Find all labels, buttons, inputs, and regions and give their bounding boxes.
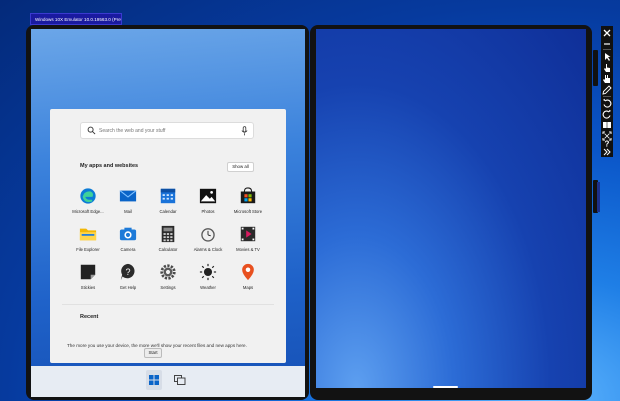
app-movies-tv[interactable]: Movies & TV [228,225,268,252]
movies-icon [240,226,256,242]
sticky-note-icon [80,264,96,280]
app-label: Photos [201,209,215,214]
calendar-icon [160,188,176,204]
task-view-button[interactable] [172,372,188,388]
app-label: Get Help [119,285,137,290]
app-weather[interactable]: Weather [188,263,228,290]
help-icon: ? [120,263,135,281]
task-view-icon [174,375,186,385]
app-calculator[interactable]: Calculator [148,225,188,252]
search-placeholder: Search the web and your stuff [99,128,166,134]
app-label: Microsoft Edge... [72,209,104,214]
mail-icon [119,190,137,202]
app-microsoft-edge[interactable]: Microsoft Edge... [68,187,108,214]
store-icon [240,187,256,204]
app-label: Mail [124,209,132,214]
more-icon[interactable] [602,147,612,157]
show-all-button[interactable]: Show all [227,162,254,172]
app-label: Movies & TV [236,247,260,252]
alarm-clock-icon [201,228,215,242]
toolbar-divider [603,96,611,97]
multi-touch-icon[interactable] [602,74,612,84]
emulator-toolbar: ? [601,26,613,157]
select-icon[interactable] [602,52,612,62]
svg-text:?: ? [125,267,130,277]
app-label: Maps [242,285,254,290]
calculator-icon [161,225,175,243]
start-tooltip: Start [144,348,162,358]
app-settings[interactable]: Settings [148,263,188,290]
start-button[interactable] [146,370,162,390]
minimize-icon[interactable] [602,38,612,48]
settings-icon [160,264,176,280]
app-label: Settings [160,285,176,290]
app-stickies[interactable]: Stickies [68,263,108,290]
desktop-taskbar-edge [597,182,600,212]
app-label: Stickies [80,285,96,290]
recent-section-title: Recent [80,314,99,320]
app-label: Calculator [158,247,178,252]
app-file-explorer[interactable]: File Explorer [68,225,108,252]
app-get-help[interactable]: ? Get Help [108,263,148,290]
touch-icon[interactable] [602,63,612,73]
edge-icon [80,188,96,204]
app-label: Calendar [159,209,177,214]
home-indicator[interactable] [433,386,458,388]
app-microsoft-store[interactable]: Microsoft Store [228,187,268,214]
photos-icon [199,188,217,204]
weather-icon [199,263,217,281]
taskbar [31,366,305,397]
app-label: Camera [120,247,136,252]
search-icon [87,126,96,135]
app-photos[interactable]: Photos [188,187,228,214]
app-label: File Explorer [76,247,100,252]
device-side-button[interactable] [593,50,598,86]
app-alarms-clock[interactable]: Alarms & Clock [188,225,228,252]
apps-section-title: My apps and websites [80,163,139,169]
book-mode-icon[interactable] [602,120,612,130]
app-maps[interactable]: Maps [228,263,268,290]
rotate-left-icon[interactable] [602,98,612,108]
rotate-right-icon[interactable] [602,109,612,119]
emulator-title-tab: Windows 10X Emulator 10.0.19563.0 (Previ… [30,13,122,25]
app-mail[interactable]: Mail [108,187,148,214]
maps-icon [242,263,254,281]
windows-logo-icon [149,375,159,385]
app-camera[interactable]: Camera [108,225,148,252]
search-box[interactable]: Search the web and your stuff [80,122,254,139]
folder-icon [79,228,97,241]
app-calendar[interactable]: Calendar [148,187,188,214]
section-divider [62,304,274,305]
camera-icon [119,227,137,241]
app-label: Microsoft Store [233,209,263,214]
microphone-icon[interactable] [241,126,248,136]
close-icon[interactable] [602,28,612,38]
app-label: Alarms & Clock [193,247,223,252]
toolbar-divider [603,49,611,50]
pen-icon[interactable] [602,85,612,95]
app-label: Weather [200,285,216,290]
right-screen [316,29,586,388]
